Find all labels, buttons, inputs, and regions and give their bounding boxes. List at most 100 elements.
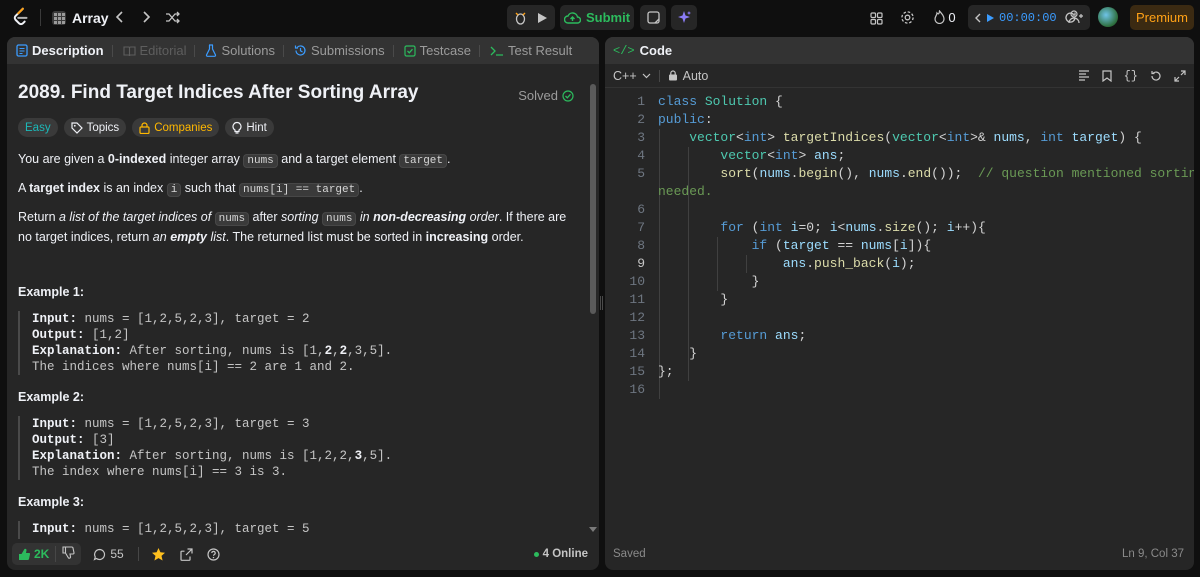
tab-test-result-label: Test Result: [507, 43, 573, 58]
line-number: 11: [629, 292, 645, 307]
bottom-divider: [137, 547, 139, 561]
play-icon[interactable]: [531, 5, 553, 30]
solved-label: Solved: [518, 88, 558, 103]
line-number: 4: [637, 148, 645, 163]
code-text: }: [658, 292, 729, 307]
line-number: 2: [637, 112, 645, 127]
star-icon[interactable]: [151, 547, 166, 562]
code-icon: </>: [613, 43, 635, 58]
braces-icon[interactable]: {}: [1124, 70, 1138, 82]
avatar[interactable]: [1098, 7, 1118, 27]
gear-icon[interactable]: [898, 8, 916, 26]
book-icon: [122, 45, 136, 56]
thumbs-down-icon: [62, 546, 75, 559]
ai-assistant-button[interactable]: [671, 5, 697, 30]
submit-button[interactable]: Submit: [560, 5, 634, 30]
cursor-position: Ln 9, Col 37: [1121, 548, 1184, 560]
line-number: 5: [637, 166, 645, 181]
hint-tag[interactable]: Hint: [225, 118, 274, 137]
left-tabbar: Description Editorial Solutions Submissi…: [7, 37, 599, 64]
help-icon[interactable]: [207, 547, 220, 561]
streak-counter[interactable]: 0: [930, 8, 960, 26]
note-button[interactable]: [640, 5, 666, 30]
line-number: 16: [629, 382, 645, 397]
run-group: [507, 5, 555, 30]
code-text: return ans;: [720, 328, 807, 343]
scrollbar-thumb[interactable]: [590, 84, 596, 314]
sparkle-icon: [677, 11, 691, 23]
description-icon: [16, 44, 28, 57]
expand-icon[interactable]: [1174, 69, 1186, 82]
description-paragraph-3: Return a list of the target indices of n…: [18, 210, 567, 244]
problem-list-button[interactable]: Array: [52, 7, 109, 28]
cloud-upload-icon: [563, 12, 581, 24]
share-icon[interactable]: [180, 547, 193, 561]
language-select[interactable]: C++: [613, 69, 651, 83]
description-panel: Description Editorial Solutions Submissi…: [7, 37, 599, 570]
problem-tags: Easy Topics Companies Hint: [18, 118, 274, 137]
history-icon: [294, 45, 306, 56]
tab-solutions[interactable]: Solutions: [200, 37, 288, 64]
example-3-box: Input: nums = [1,2,5,2,3], target = 5: [18, 521, 578, 539]
code-status-bar: Saved Ln 9, Col 37: [605, 538, 1194, 570]
shuffle-icon[interactable]: [162, 8, 182, 26]
code-text: public:: [658, 112, 713, 127]
example-1-heading: Example 1:: [18, 285, 85, 299]
chevron-left-icon[interactable]: [112, 8, 128, 26]
code-text: class Solution {: [658, 94, 783, 109]
tag-icon: [70, 121, 83, 134]
flask-icon: [206, 44, 217, 57]
difficulty-label: Easy: [25, 121, 51, 134]
comment-count: 55: [110, 547, 124, 561]
reset-icon[interactable]: [1150, 70, 1162, 82]
tab-editorial[interactable]: Editorial: [118, 37, 201, 64]
difficulty-badge: Easy: [18, 118, 58, 137]
line-number: 1: [637, 94, 645, 109]
play-icon[interactable]: [986, 13, 995, 23]
tab-test-result[interactable]: Test Result: [485, 37, 577, 64]
format-icon[interactable]: [1078, 69, 1090, 81]
problem-title: 2089. Find Target Indices After Sorting …: [18, 82, 419, 103]
leetcode-logo[interactable]: [10, 6, 32, 28]
code-editor[interactable]: 1 class Solution {2 public: 3 vector<int> t…: [605, 93, 1194, 533]
line-number: 8: [637, 238, 645, 253]
scroll-down-arrow[interactable]: [589, 527, 597, 532]
tab-solutions-label: Solutions: [221, 43, 275, 58]
topics-tag[interactable]: Topics: [63, 118, 127, 137]
panel-resize-handle[interactable]: [600, 296, 603, 310]
autosave-toggle[interactable]: Auto: [668, 69, 708, 83]
chevron-left-icon[interactable]: [974, 13, 982, 23]
code-toolbar: C++ Auto {}: [605, 64, 1194, 88]
solved-status: Solved: [518, 88, 574, 103]
code-panel: </> Code C++ Auto {} 1 class Solution {2 p…: [605, 37, 1194, 570]
problem-list-label: Array: [72, 9, 109, 26]
debug-icon[interactable]: [509, 5, 531, 30]
tab-testcase[interactable]: Testcase: [399, 37, 485, 64]
save-status: Saved: [613, 548, 646, 560]
chevron-right-icon[interactable]: [138, 8, 154, 26]
chevron-down-icon: [642, 73, 651, 78]
code-text: }: [658, 346, 698, 361]
description-bottom-bar: 2K 55 4 Online: [7, 538, 599, 570]
code-text: needed.: [658, 184, 713, 199]
tab-description[interactable]: Description: [11, 37, 118, 64]
premium-label: Premium: [1135, 10, 1188, 25]
comments-button[interactable]: 55: [93, 547, 124, 561]
streak-count: 0: [948, 9, 956, 25]
tab-submissions[interactable]: Submissions: [289, 37, 399, 64]
premium-button[interactable]: Premium: [1130, 5, 1194, 30]
bookmark-icon[interactable]: [1101, 69, 1112, 82]
tab-editorial-label: Editorial: [139, 43, 187, 58]
comment-icon: [93, 548, 106, 561]
layout-icon[interactable]: [867, 9, 885, 27]
thumbs-up-icon: [19, 548, 31, 560]
lock-icon: [668, 70, 677, 81]
code-text: for (int i=0; i<nums.size(); i++){: [720, 220, 986, 235]
dislike-button[interactable]: [55, 546, 81, 562]
add-user-icon[interactable]: [1066, 8, 1086, 26]
like-button[interactable]: 2K: [12, 547, 55, 561]
tab-testcase-label: Testcase: [419, 43, 471, 58]
code-text: vector<int> targetIndices(vector<int>& n…: [689, 130, 1142, 145]
list-icon: [52, 10, 66, 25]
companies-tag[interactable]: Companies: [132, 118, 220, 137]
